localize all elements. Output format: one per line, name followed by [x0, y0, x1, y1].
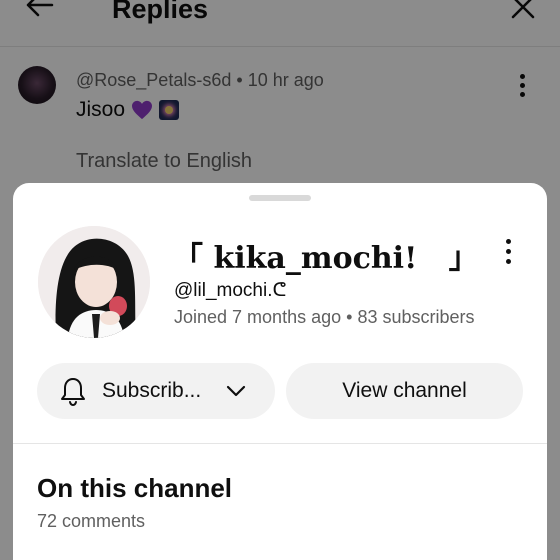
channel-handle: @lil_mochi.ᕦ: [174, 280, 287, 301]
subscriber-count: 83 subscribers: [357, 307, 475, 327]
chevron-down-icon: [226, 385, 246, 397]
channel-name: 「 kika_mochi! 」: [173, 241, 479, 276]
section-title: On this channel: [37, 473, 233, 503]
stats-separator: •: [346, 307, 358, 327]
channel-stats: Joined 7 months ago • 83 subscribers: [174, 307, 475, 328]
drag-handle[interactable]: [249, 195, 311, 201]
subscribe-button[interactable]: Subscrib...: [37, 363, 275, 419]
joined-date: Joined 7 months ago: [174, 307, 342, 327]
divider: [13, 443, 547, 444]
channel-more-icon[interactable]: [501, 239, 515, 267]
comment-count: 72 comments: [37, 511, 146, 531]
view-channel-button[interactable]: View channel: [286, 363, 523, 419]
channel-sheet: 「 kika_mochi! 」 @lil_mochi.ᕦ Joined 7 mo…: [13, 183, 547, 560]
avatar-photo-icon: [38, 226, 150, 338]
channel-avatar[interactable]: [38, 226, 150, 338]
bell-icon: [61, 378, 85, 406]
subscribe-label: Subscrib...: [102, 379, 202, 402]
